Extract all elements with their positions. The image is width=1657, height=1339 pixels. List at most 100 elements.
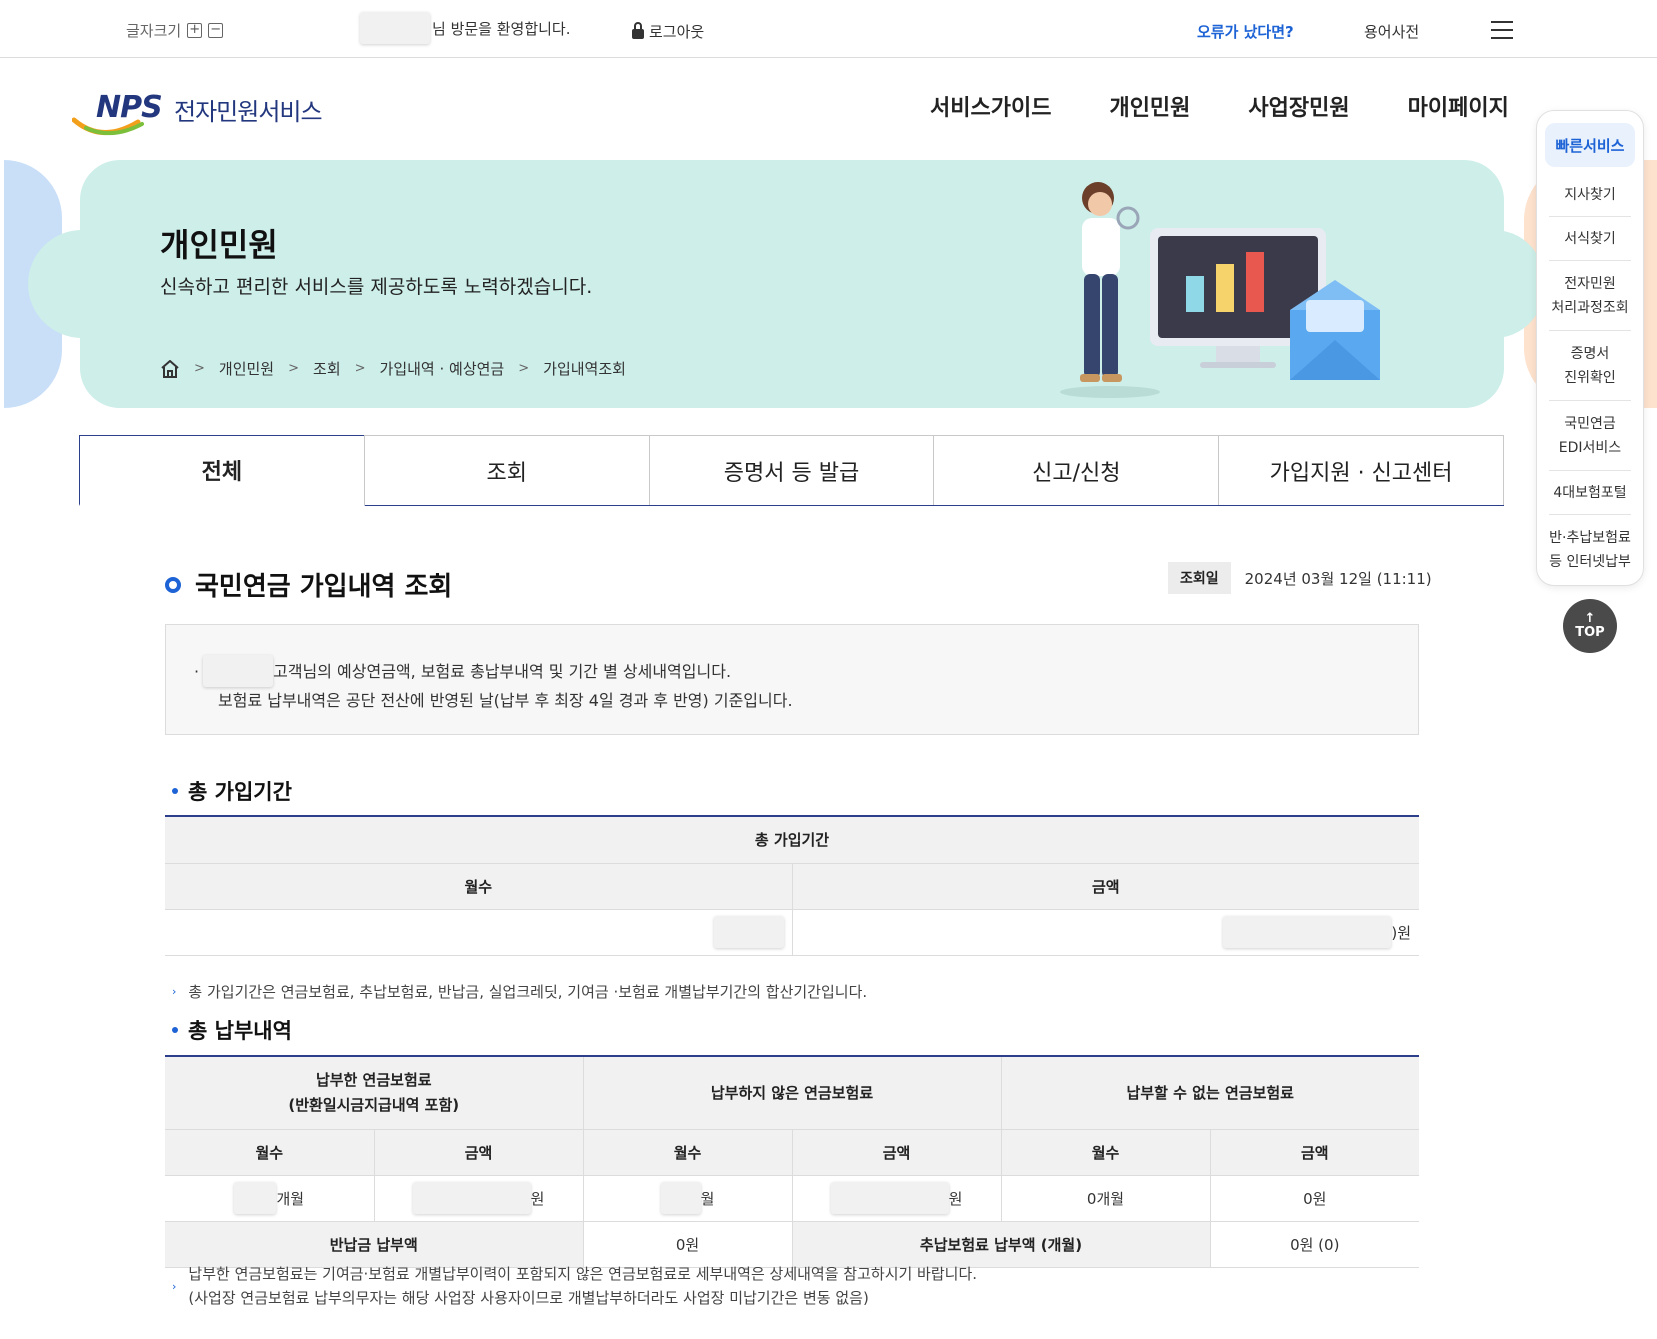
breadcrumb-item[interactable]: 조회 <box>313 358 341 379</box>
scroll-top-button[interactable]: ↑ TOP <box>1563 599 1617 653</box>
banner-subtitle: 신속하고 편리한 서비스를 제공하도록 노력하겠습니다. <box>160 276 593 298</box>
refund-value: 0원 <box>582 1221 792 1268</box>
welcome-message: 님 방문을 환영합니다. <box>360 12 571 44</box>
masked-value <box>234 1182 277 1214</box>
logo-text: 전자민원서비스 <box>174 98 323 126</box>
tab-support-center[interactable]: 가입지원 · 신고센터 <box>1218 435 1504 505</box>
title-bullet-icon <box>165 576 181 593</box>
query-date-label: 조회일 <box>1168 562 1231 594</box>
logout-link[interactable]: 로그아웃 <box>632 21 704 42</box>
welcome-text: 님 방문을 환영합니다. <box>432 19 571 38</box>
nav-business[interactable]: 사업장민원 <box>1248 90 1349 122</box>
total-payment-note: › 납부한 연금보험료는 기여금·보험료 개별납부이력이 포함되지 않은 연금보… <box>172 1262 977 1310</box>
notice-box: · 고객님의 예상연금액, 보험료 총납부내역 및 기간 별 상세내역입니다. … <box>165 624 1419 735</box>
query-date-value: 2024년 03월 12일 (11:11) <box>1244 569 1432 588</box>
quick-menu-title: 빠른서비스 <box>1545 123 1635 167</box>
chevron-right-icon: > <box>518 361 530 376</box>
chevron-right-icon: › <box>172 985 177 998</box>
breadcrumb-item[interactable]: 개인민원 <box>219 358 274 379</box>
total-period-table: 총 가입기간 월수 금액 )원 <box>165 815 1419 956</box>
tab-certificate[interactable]: 증명서 등 발급 <box>648 435 935 505</box>
banner-title: 개인민원 <box>160 226 278 264</box>
total-amount-cell: )원 <box>791 909 1419 956</box>
column-header: 금액 <box>791 863 1419 910</box>
logout-label: 로그아웃 <box>649 23 705 41</box>
notice-line-2: 보험료 납부내역은 공단 전산에 반영된 날(납부 후 최장 4일 경과 후 반… <box>218 691 793 710</box>
tab-bar: 전체 조회 증명서 등 발급 신고/신청 가입지원 · 신고센터 <box>79 435 1504 506</box>
menu-icon[interactable] <box>1491 21 1513 39</box>
lock-icon <box>632 22 644 39</box>
nav-personal[interactable]: 개인민원 <box>1109 90 1190 122</box>
quick-menu-item[interactable]: 반·추납보험료 등 인터넷납부 <box>1549 515 1631 585</box>
masked-user-name <box>203 655 274 687</box>
dictionary-link[interactable]: 용어사전 <box>1364 21 1419 42</box>
cannot-pay-amount-cell: 0원 <box>1209 1175 1419 1222</box>
quick-menu-item[interactable]: 증명서 진위확인 <box>1549 331 1631 401</box>
paid-months-cell: 개월 <box>165 1175 374 1222</box>
tab-report[interactable]: 신고/신청 <box>933 435 1220 505</box>
table-row: 반납금 납부액 0원 추납보험료 납부액 (개월) 0원 (0) <box>165 1221 1419 1268</box>
table-header: 총 가입기간 <box>165 817 1419 864</box>
font-size-label: 글자크기 <box>126 22 182 40</box>
error-report-link[interactable]: 오류가 났다면? <box>1197 21 1294 42</box>
notice-line-1: 고객님의 예상연금액, 보험료 총납부내역 및 기간 별 상세내역입니다. <box>273 661 732 681</box>
font-increase-icon[interactable]: + <box>187 23 203 38</box>
group-header-unpaid: 납부하지 않은 연금보험료 <box>582 1057 1001 1130</box>
bullet-icon <box>172 1027 178 1033</box>
masked-value <box>713 916 784 948</box>
chevron-right-icon: > <box>288 361 300 376</box>
column-header: 금액 <box>791 1129 1001 1176</box>
arrow-up-icon: ↑ <box>1584 611 1596 626</box>
query-date: 조회일 2024년 03월 12일 (11:11) <box>1168 562 1432 594</box>
unpaid-amount-cell: 원 <box>791 1175 1001 1222</box>
main-nav: 서비스가이드 개인민원 사업장민원 마이페이지 <box>930 90 1509 122</box>
column-header: 월수 <box>582 1129 792 1176</box>
page-title-text: 국민연금 가입내역 조회 <box>195 572 453 602</box>
font-decrease-icon[interactable]: − <box>208 23 224 38</box>
column-header: 월수 <box>165 863 792 910</box>
logo-mark: NPS <box>96 90 163 125</box>
column-header: 금액 <box>373 1129 583 1176</box>
column-header: 월수 <box>1000 1129 1210 1176</box>
page-banner: 개인민원 신속하고 편리한 서비스를 제공하도록 노력하겠습니다. > 개인민원… <box>28 160 1544 408</box>
quick-menu: 빠른서비스 지사찾기 서식찾기 전자민원 처리과정조회 증명서 진위확인 국민연금 E… <box>1536 110 1644 586</box>
quick-menu-item[interactable]: 전자민원 처리과정조회 <box>1549 261 1631 331</box>
banner-illustration <box>1060 182 1380 398</box>
home-icon[interactable] <box>160 359 180 378</box>
site-logo[interactable]: NPS 전자민원서비스 <box>72 88 342 140</box>
quick-menu-item[interactable]: 4대보험포털 <box>1549 471 1631 515</box>
column-header: 월수 <box>165 1129 374 1176</box>
quick-menu-item[interactable]: 지사찾기 <box>1549 173 1631 217</box>
tab-inquiry[interactable]: 조회 <box>363 435 650 505</box>
bullet-icon <box>172 788 178 794</box>
chevron-right-icon: › <box>172 1280 177 1293</box>
column-header: 금액 <box>1209 1129 1419 1176</box>
quick-menu-item[interactable]: 서식찾기 <box>1549 217 1631 261</box>
masked-value <box>412 1182 531 1214</box>
table-row: 개월 원 월 원 0개월 0원 <box>165 1175 1419 1222</box>
masked-user-name <box>360 12 430 44</box>
nav-mypage[interactable]: 마이페이지 <box>1408 90 1509 122</box>
table-row: )원 <box>165 909 1419 956</box>
masked-value <box>1223 916 1392 948</box>
additional-payment-label: 추납보험료 납부액 (개월) <box>791 1221 1210 1268</box>
total-payment-heading: 총 납부내역 <box>172 1015 292 1045</box>
refund-label: 반납금 납부액 <box>165 1221 583 1268</box>
masked-value <box>660 1182 701 1214</box>
total-payment-table: 납부한 연금보험료 (반환일시금지급내역 포함) 납부하지 않은 연금보험료 납… <box>165 1055 1419 1268</box>
paid-amount-cell: 원 <box>373 1175 583 1222</box>
group-header-paid: 납부한 연금보험료 (반환일시금지급내역 포함) <box>165 1057 583 1130</box>
total-period-heading-text: 총 가입기간 <box>188 780 292 804</box>
breadcrumb: > 개인민원 > 조회 > 가입내역 · 예상연금 > 가입내역조회 <box>160 358 626 379</box>
quick-menu-item[interactable]: 국민연금 EDI서비스 <box>1549 401 1631 471</box>
nav-service-guide[interactable]: 서비스가이드 <box>930 90 1051 122</box>
utility-bar: 글자크기 + − 님 방문을 환영합니다. 로그아웃 오류가 났다면? 용어사전 <box>0 0 1657 58</box>
breadcrumb-current: 가입내역조회 <box>543 360 626 378</box>
tab-all[interactable]: 전체 <box>79 435 365 506</box>
breadcrumb-item[interactable]: 가입내역 · 예상연금 <box>380 358 505 379</box>
total-months-cell <box>165 909 792 956</box>
cannot-pay-months-cell: 0개월 <box>1000 1175 1210 1222</box>
total-period-note: › 총 가입기간은 연금보험료, 추납보험료, 반납금, 실업크레딧, 기여금 … <box>172 980 867 1004</box>
masked-value <box>830 1182 949 1214</box>
group-header-cannot-pay: 납부할 수 없는 연금보험료 <box>1000 1057 1419 1130</box>
